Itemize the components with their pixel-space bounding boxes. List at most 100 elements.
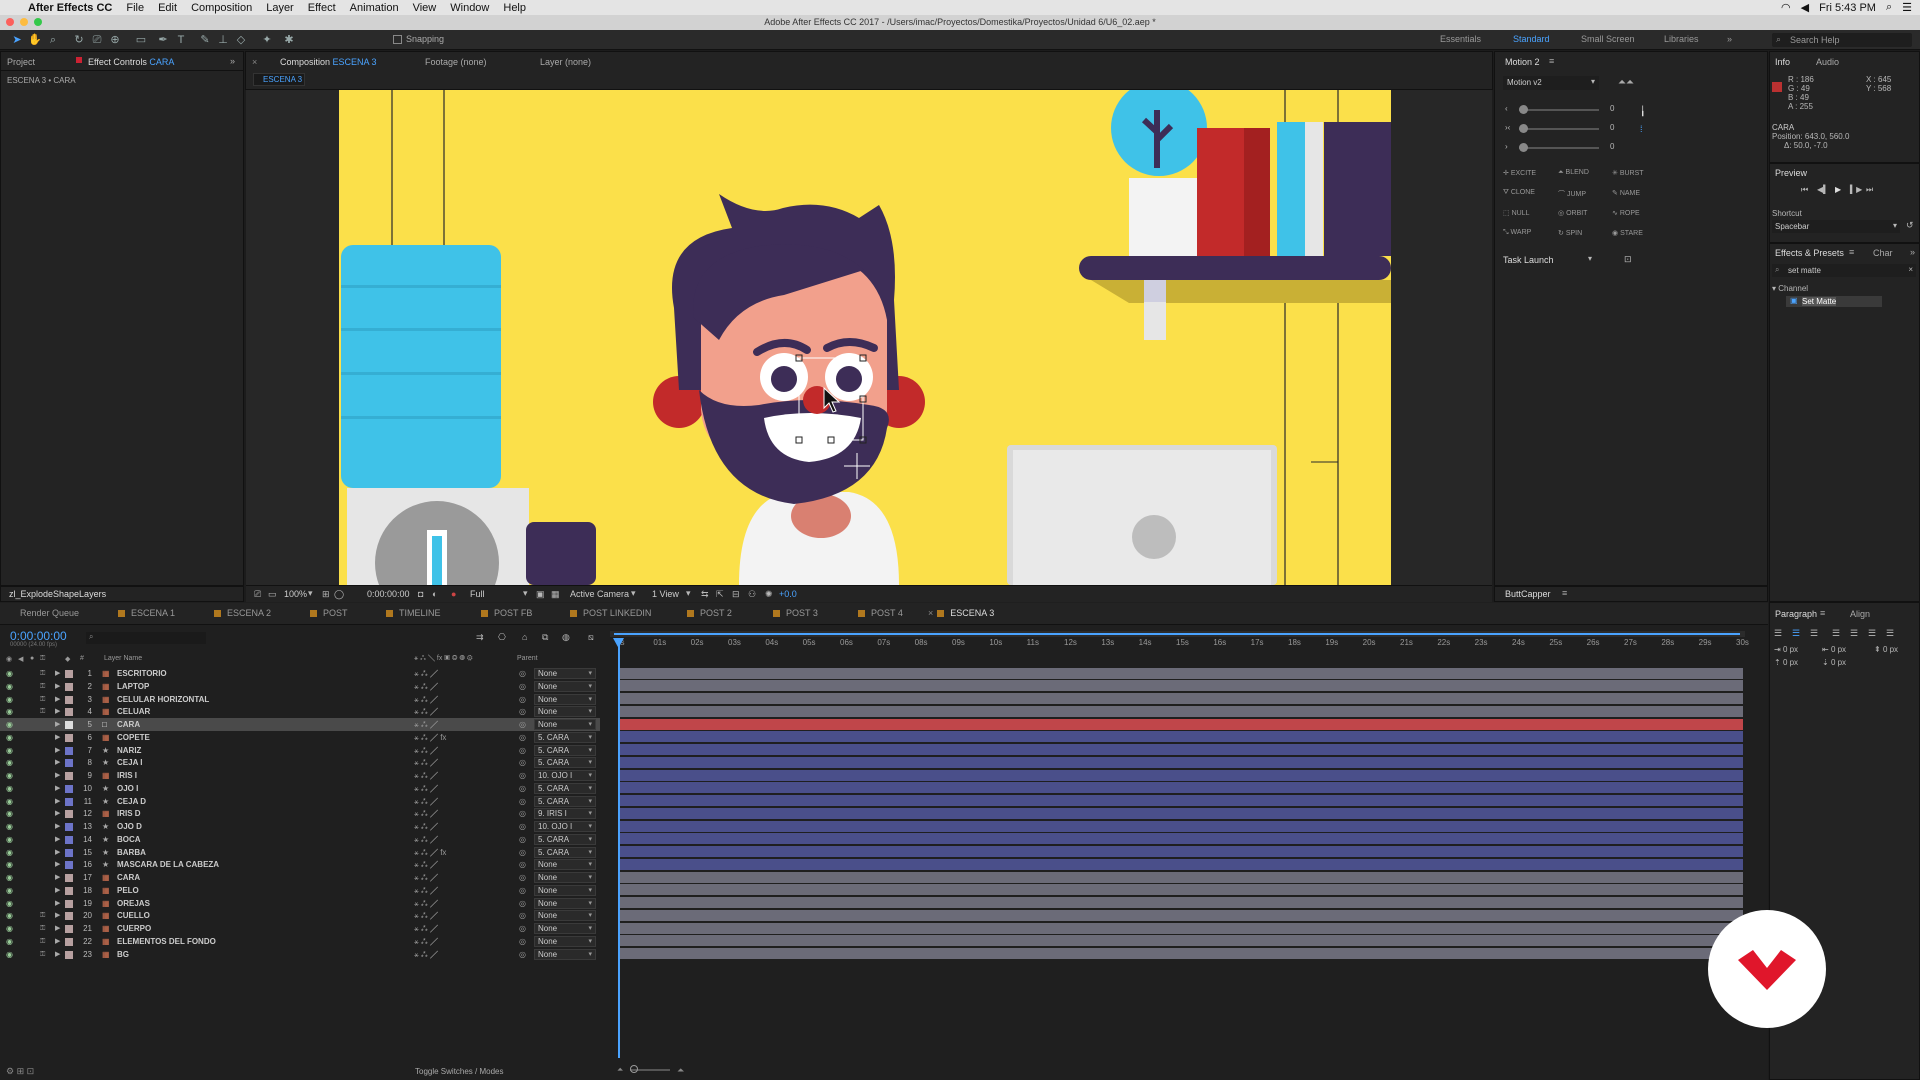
- layer-switches[interactable]: ⚹ ⁂ ╱: [414, 795, 438, 808]
- label-color[interactable]: [65, 823, 73, 831]
- expand-arrow-icon[interactable]: ▶: [55, 820, 60, 833]
- pickwhip-icon[interactable]: ◎: [519, 795, 526, 808]
- ease-both-value[interactable]: 0: [1610, 123, 1614, 132]
- layer-duration-bar[interactable]: [620, 718, 1743, 731]
- layer-row[interactable]: ◉ ▶ 18 ▦ PELO ⚹ ⁂ ╱ ◎ None: [0, 884, 600, 897]
- channel-color-icon[interactable]: ●: [451, 589, 456, 599]
- visibility-eye-icon[interactable]: ◉: [6, 884, 13, 897]
- workspace-overflow-icon[interactable]: »: [1727, 34, 1732, 44]
- layer-row[interactable]: ◉ ⚿ ▶ 21 ▦ CUERPO ⚹ ⁂ ╱ ◎ None: [0, 922, 600, 935]
- visibility-eye-icon[interactable]: ◉: [6, 909, 13, 922]
- solo-switch-icon[interactable]: ●: [30, 655, 34, 662]
- menu-help[interactable]: Help: [503, 2, 526, 14]
- pen-tool-icon[interactable]: ✒: [156, 33, 170, 47]
- layer-switches[interactable]: ⚹ ⁂ ╱: [414, 769, 438, 782]
- view-chevron-down-icon[interactable]: ▾: [686, 588, 691, 599]
- tab-effects-presets[interactable]: Effects & Presets: [1775, 248, 1844, 258]
- expand-arrow-icon[interactable]: ▶: [55, 667, 60, 680]
- lock-icon[interactable]: ⚿: [40, 922, 45, 935]
- layer-duration-bar[interactable]: [620, 884, 1743, 897]
- pickwhip-icon[interactable]: ◎: [519, 693, 526, 706]
- ease-out-knob[interactable]: [1519, 143, 1528, 152]
- pickwhip-icon[interactable]: ◎: [519, 718, 526, 731]
- label-color[interactable]: [65, 874, 73, 882]
- layer-row[interactable]: ◉ ▶ 12 ▦ IRIS D ⚹ ⁂ ╱ ◎ 9. IRIS I: [0, 807, 600, 820]
- parent-select[interactable]: 5. CARA: [534, 833, 596, 845]
- layer-row[interactable]: ◉ ▶ 10 ★ OJO I ⚹ ⁂ ╱ ◎ 5. CARA: [0, 782, 600, 795]
- layer-row[interactable]: ◉ ⚿ ▶ 22 ▦ ELEMENTOS DEL FONDO ⚹ ⁂ ╱ ◎ None: [0, 935, 600, 948]
- space-after-field[interactable]: ⇣ 0 px: [1822, 658, 1846, 667]
- snapshot-camera-icon[interactable]: ◘: [418, 589, 423, 599]
- layer-name[interactable]: BOCA: [117, 833, 141, 846]
- tab-character[interactable]: Char: [1873, 248, 1893, 258]
- visibility-eye-icon[interactable]: ◉: [6, 705, 13, 718]
- pickwhip-icon[interactable]: ◎: [519, 846, 526, 859]
- expand-arrow-icon[interactable]: ▶: [55, 795, 60, 808]
- work-area-range[interactable]: [614, 633, 1740, 635]
- viewer-timecode[interactable]: 0:00:00:00: [367, 589, 410, 599]
- visibility-eye-icon[interactable]: ◉: [6, 667, 13, 680]
- camera-select[interactable]: Active Camera: [570, 589, 629, 599]
- visibility-eye-icon[interactable]: ◉: [6, 833, 13, 846]
- expand-arrow-icon[interactable]: ▶: [55, 756, 60, 769]
- parent-select[interactable]: None: [534, 910, 596, 922]
- workspace-standard[interactable]: Standard: [1513, 34, 1550, 44]
- expand-arrow-icon[interactable]: ▶: [55, 731, 60, 744]
- pickwhip-icon[interactable]: ◎: [519, 897, 526, 910]
- shy-layers-icon[interactable]: ⌂: [522, 632, 527, 642]
- label-color[interactable]: [65, 759, 73, 768]
- layer-duration-bar[interactable]: [620, 807, 1743, 820]
- expand-arrow-icon[interactable]: ▶: [55, 948, 60, 961]
- close-tab-icon[interactable]: ×: [252, 57, 257, 67]
- layer-name[interactable]: CELULAR HORIZONTAL: [117, 693, 209, 706]
- menu-layer[interactable]: Layer: [266, 2, 294, 14]
- motion-blur-icon[interactable]: ◍: [562, 632, 570, 643]
- layer-switches[interactable]: ⚹ ⁂ ╱: [414, 693, 438, 706]
- spin-button[interactable]: ↻ SPIN: [1558, 229, 1582, 237]
- puppet-pin-tool-icon[interactable]: ✱: [282, 33, 296, 47]
- expand-arrow-icon[interactable]: ▶: [55, 833, 60, 846]
- pickwhip-icon[interactable]: ◎: [519, 744, 526, 757]
- layer-name[interactable]: CARA: [117, 871, 140, 884]
- monitor-icon[interactable]: ▭: [268, 589, 277, 600]
- exposure-value[interactable]: +0.0: [779, 589, 797, 599]
- search-icon[interactable]: ⌕: [1886, 1, 1892, 14]
- layer-duration-bar[interactable]: [620, 909, 1743, 922]
- pickwhip-icon[interactable]: ◎: [519, 909, 526, 922]
- tab-escena-3[interactable]: × ESCENA 3: [928, 608, 994, 618]
- menu-composition[interactable]: Composition: [191, 2, 252, 14]
- lock-icon[interactable]: ⚿: [40, 948, 45, 961]
- layer-name[interactable]: LAPTOP: [117, 680, 149, 693]
- tab-info[interactable]: Info: [1775, 57, 1790, 67]
- zoom-select[interactable]: 100%: [284, 589, 307, 599]
- label-color[interactable]: [65, 721, 73, 729]
- shortcut-select[interactable]: Spacebar ▾: [1772, 220, 1900, 233]
- effects-overflow-icon[interactable]: »: [1910, 247, 1915, 257]
- expand-arrow-icon[interactable]: ▶: [55, 935, 60, 948]
- visibility-eye-icon[interactable]: ◉: [6, 846, 13, 859]
- pickwhip-icon[interactable]: ◎: [519, 935, 526, 948]
- tab-post-fb[interactable]: POST FB: [481, 608, 532, 618]
- roto-brush-tool-icon[interactable]: ✦: [260, 33, 274, 47]
- layer-switches[interactable]: ⚹ ⁂ ╱: [414, 744, 438, 757]
- menu-effect[interactable]: Effect: [308, 2, 336, 14]
- visibility-eye-icon[interactable]: ◉: [6, 922, 13, 935]
- ease-handle-icon[interactable]: ╽: [1640, 106, 1645, 117]
- visibility-eye-icon[interactable]: ◉: [6, 807, 13, 820]
- layer-switches[interactable]: ⚹ ⁂ ╱: [414, 948, 438, 961]
- timeline-zoom-knob[interactable]: [630, 1065, 638, 1073]
- layer-name-header[interactable]: Layer Name: [104, 655, 142, 662]
- lock-icon[interactable]: ⚿: [40, 705, 45, 718]
- tab-composition[interactable]: Composition ESCENA 3: [280, 57, 377, 67]
- first-frame-icon[interactable]: ⏮: [1801, 185, 1808, 195]
- expand-arrow-icon[interactable]: ▶: [55, 807, 60, 820]
- layer-duration-bar[interactable]: [620, 769, 1743, 782]
- ease-in-value[interactable]: 0: [1610, 104, 1614, 113]
- layer-row[interactable]: ◉ ⚿ ▶ 3 ▦ CELULAR HORIZONTAL ⚹ ⁂ ╱ ◎ None: [0, 693, 600, 706]
- layer-row[interactable]: ◉ ⚿ ▶ 1 ▦ ESCRITORIO ⚹ ⁂ ╱ ◎ None: [0, 667, 600, 680]
- expand-arrow-icon[interactable]: ▶: [55, 693, 60, 706]
- label-color[interactable]: [65, 810, 73, 819]
- motion-preset-select[interactable]: Motion v2 ▾: [1503, 76, 1599, 90]
- parent-select[interactable]: 10. OJO I: [534, 821, 596, 832]
- pickwhip-icon[interactable]: ◎: [519, 922, 526, 935]
